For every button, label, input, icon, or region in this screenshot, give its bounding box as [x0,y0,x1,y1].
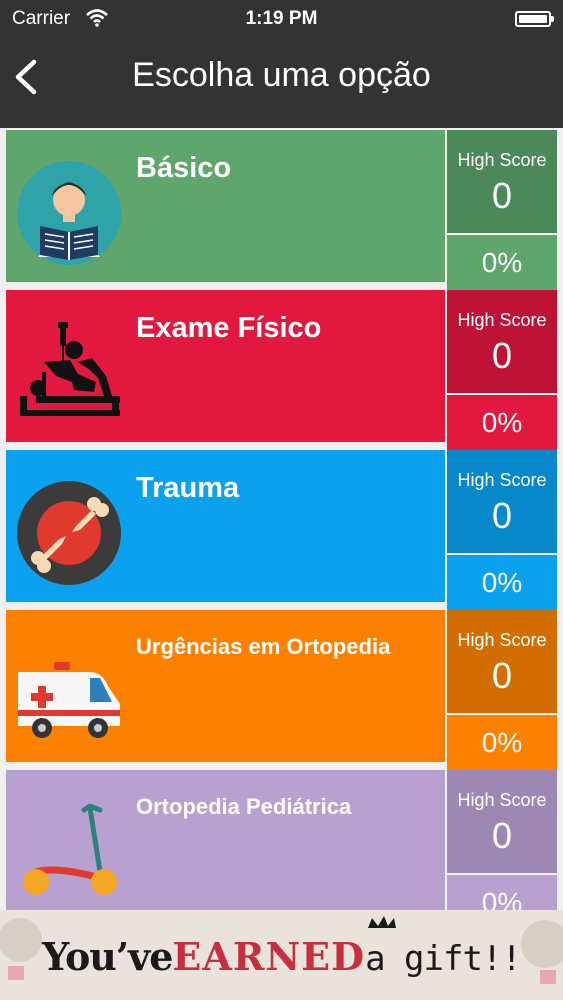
high-score-box: High Score 0 [447,450,557,553]
progress-percent: 0% [447,235,557,290]
clock: 1:19 PM [245,8,318,29]
progress-percent: 0% [447,395,557,450]
progress-percent: 0% [447,555,557,610]
high-score-label: High Score [457,790,547,810]
category-title: Exame Físico [136,312,322,344]
high-score-label: High Score [457,630,547,650]
category-button[interactable]: Ortopedia Pediátrica [6,770,445,910]
category-button[interactable]: Básico [6,130,445,282]
category-title: Trauma [136,472,240,504]
high-score-box: High Score 0 [447,770,557,873]
category-row-trauma[interactable]: Trauma High Score 0 0% [6,450,557,610]
category-title: Básico [136,152,232,184]
category-row-urgencias[interactable]: Urgências em Ortopedia High Score 0 0% [6,610,557,770]
progress-percent: 0% [447,715,557,770]
high-score-box: High Score 0 [447,290,557,393]
category-button[interactable]: Exame Físico [6,290,445,442]
high-score-label: High Score [457,470,547,490]
high-score-box: High Score 0 [447,130,557,233]
page-title: Escolha uma opção [132,56,431,94]
category-list[interactable]: Básico High Score 0 0% Exame Físico High… [0,128,563,910]
high-score-label: High Score [457,310,547,330]
high-score-value: 0 [491,495,513,536]
high-score-value: 0 [491,335,513,376]
ad-text-part2: EARNED [172,934,366,979]
broken-bone-icon [16,480,122,586]
category-row-basico[interactable]: Básico High Score 0 0% [6,130,557,290]
progress-percent: 0% [447,875,557,910]
ad-banner[interactable]: You’veEARNEDa gift!! [0,910,563,1000]
ambulance-icon [16,640,122,746]
category-button[interactable]: Trauma [6,450,445,602]
status-bar: Carrier 1:19 PM [0,0,563,40]
category-title: Urgências em Ortopedia [136,634,391,659]
category-row-ortopedia-pediatrica[interactable]: Ortopedia Pediátrica High Score 0 0% [6,770,557,910]
high-score-box: High Score 0 [447,610,557,713]
high-score-value: 0 [491,815,513,856]
student-reading-icon [16,160,122,266]
ad-text-part3: a gift!! [365,939,522,979]
physiotherapy-icon [16,320,122,426]
category-title: Ortopedia Pediátrica [136,794,352,819]
ad-text: You’veEARNEDa gift!! [0,934,563,979]
navigation-bar: Escolha uma opção [0,40,563,128]
ad-text-part1: You’ve [42,934,173,979]
kick-scooter-icon [16,800,122,906]
high-score-value: 0 [491,175,513,216]
category-row-exame-fisico[interactable]: Exame Físico High Score 0 0% [6,290,557,450]
high-score-label: High Score [457,150,547,170]
battery-icon [515,11,554,27]
high-score-value: 0 [491,655,513,696]
category-button[interactable]: Urgências em Ortopedia [6,610,445,762]
